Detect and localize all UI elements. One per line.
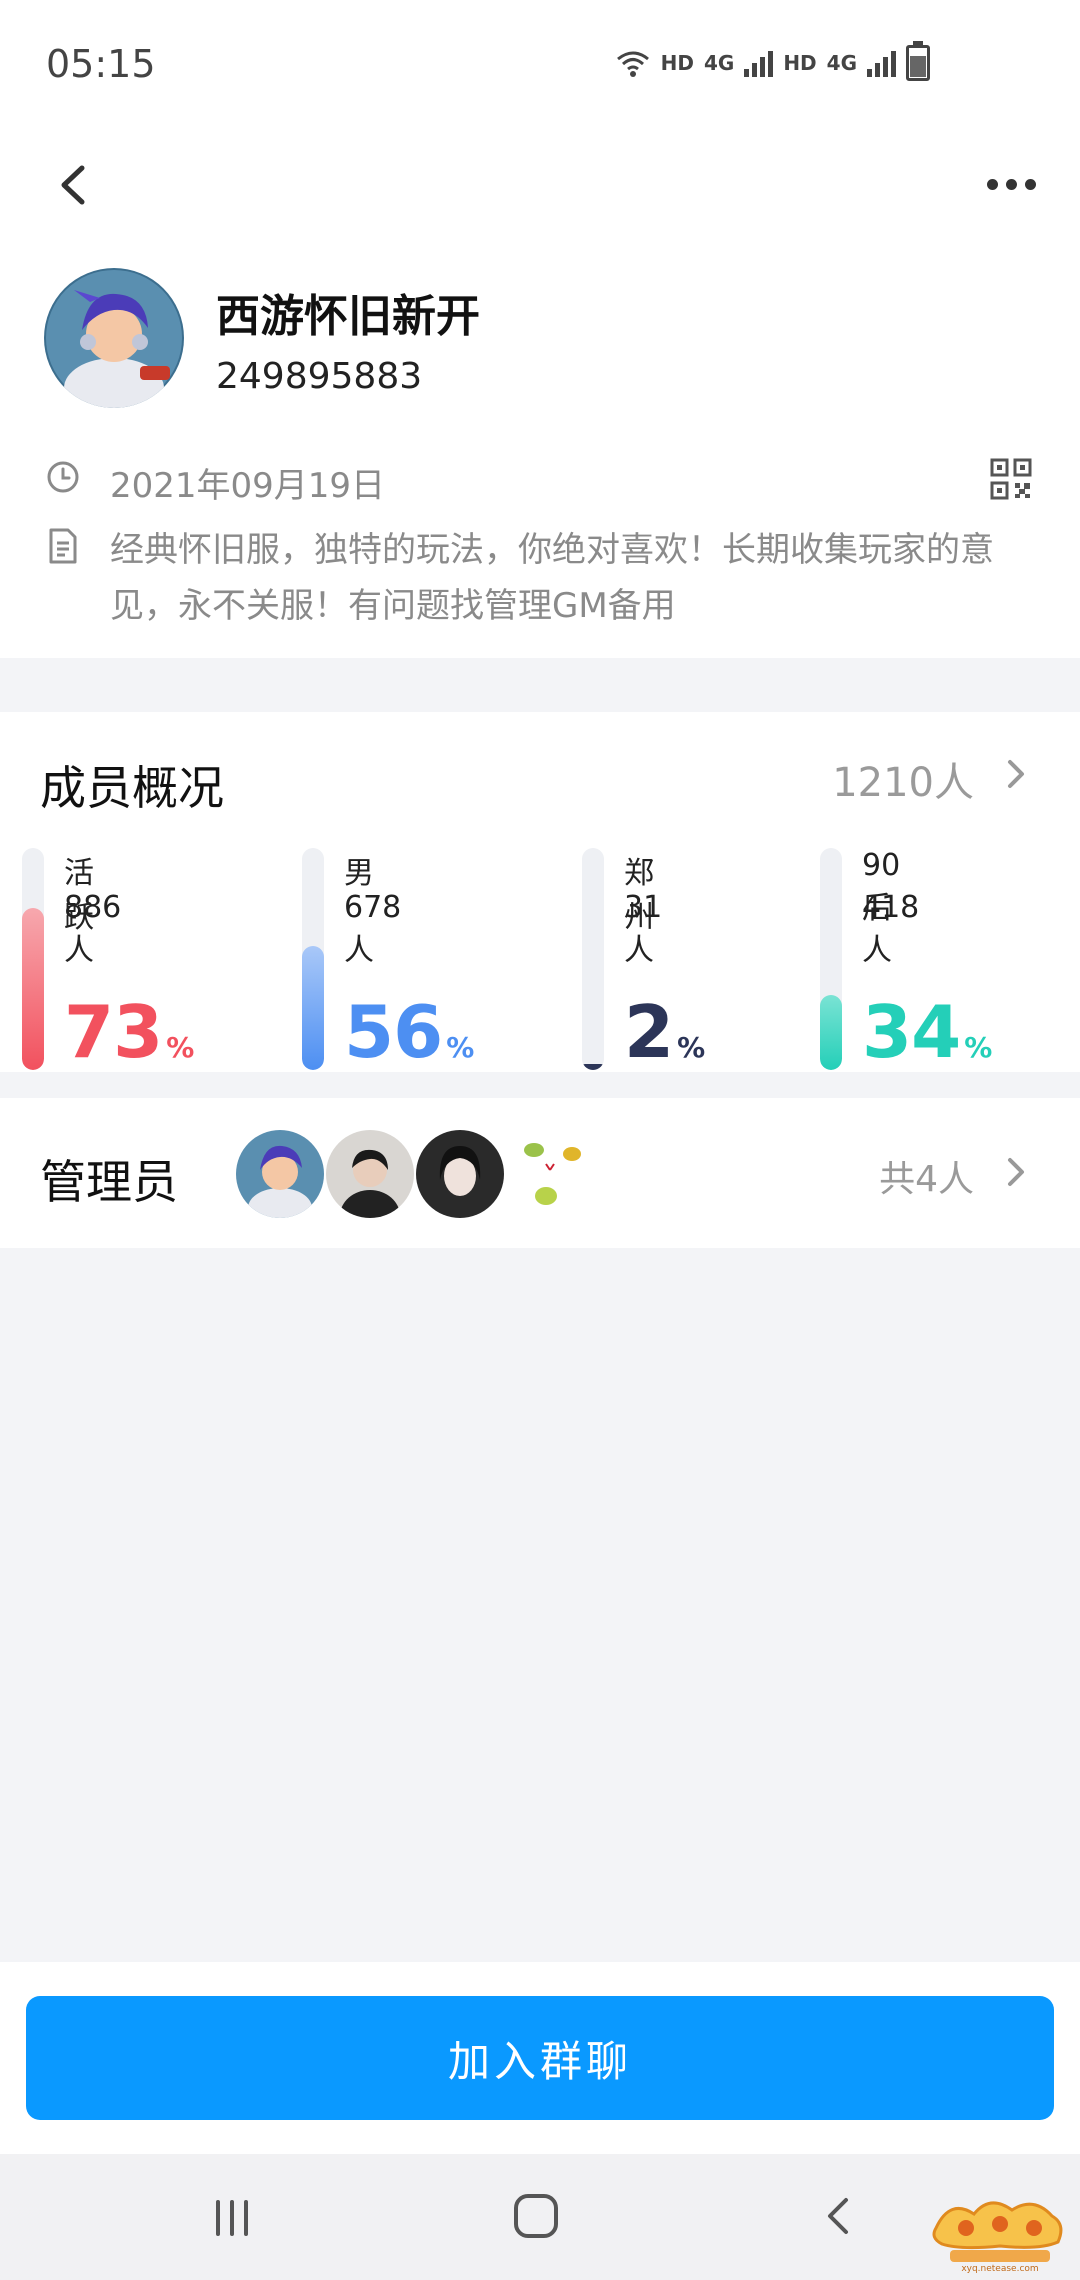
stat-percent-value: 56 (344, 990, 443, 1074)
group-description: 经典怀旧服，独特的玩法，你绝对喜欢！长期收集玩家的意见，永不关服！有问题找管理G… (110, 530, 994, 626)
stat-bar-fill (22, 908, 44, 1070)
created-date: 2021年09月19日 (110, 466, 386, 506)
home-button[interactable] (512, 2192, 560, 2240)
group-id: 249895883 (216, 356, 423, 397)
stat-bar-track (582, 848, 604, 1070)
admin-avatar[interactable] (326, 1130, 414, 1218)
percent-sign: % (677, 1031, 705, 1064)
qr-code-icon[interactable] (990, 458, 1032, 500)
signal-icon-2 (867, 49, 896, 77)
recent-apps-icon (216, 2200, 248, 2236)
join-group-button[interactable]: 加入群聊 (26, 1996, 1054, 2120)
admin-avatar[interactable] (416, 1130, 504, 1218)
watermark-logo: xyq.netease.com (930, 2188, 1070, 2274)
percent-sign: % (964, 1031, 992, 1064)
stat-percent-value: 2 (624, 990, 674, 1074)
stat-label: 男 (344, 856, 374, 891)
home-icon (514, 2194, 558, 2238)
stat-bar-track (22, 848, 44, 1070)
stat-bar-track (302, 848, 324, 1070)
group-avatar[interactable] (44, 268, 184, 408)
chevron-right-icon[interactable] (998, 1150, 1034, 1194)
document-icon (48, 528, 78, 564)
stat-percent: 73% (64, 990, 194, 1088)
group-name: 西游怀旧新开 (216, 291, 480, 342)
hd-indicator-2: HD (783, 51, 817, 75)
wifi-icon (616, 51, 649, 77)
stat-count: 418人 (862, 890, 920, 968)
network-4g-indicator-2: 4G (826, 51, 857, 75)
stat-percent: 34% (862, 990, 992, 1088)
admins-total-count[interactable]: 共4人 (879, 1150, 974, 1202)
stat-count: 678人 (344, 890, 402, 968)
stat-bar-fill (302, 946, 324, 1070)
member-total-count[interactable]: 1210人 (832, 750, 974, 808)
chevron-right-icon[interactable] (998, 752, 1034, 796)
more-button[interactable] (970, 150, 1060, 220)
admins-title: 管理员 (40, 1155, 178, 1209)
clock-icon (46, 460, 80, 494)
admin-avatar[interactable] (236, 1130, 324, 1218)
stat-bar-fill (820, 995, 842, 1070)
admin-avatar[interactable] (506, 1130, 594, 1218)
stat-count: 886人 (64, 890, 122, 968)
recent-apps-button[interactable] (210, 2198, 254, 2238)
percent-sign: % (166, 1031, 194, 1064)
stat-percent-value: 73 (64, 990, 163, 1074)
status-icons: HD 4G HD 4G (615, 41, 930, 81)
stat-count: 31人 (624, 890, 663, 968)
back-button[interactable] (40, 150, 110, 220)
nav-back-button[interactable] (820, 2192, 856, 2240)
hd-indicator: HD (660, 51, 694, 75)
network-4g-indicator: 4G (703, 51, 735, 75)
stat-percent-value: 34 (862, 990, 961, 1074)
chevron-left-icon (61, 165, 85, 205)
status-time: 05:15 (46, 42, 156, 86)
signal-icon (744, 49, 774, 77)
battery-icon (906, 41, 930, 81)
member-overview-title: 成员概况 (40, 761, 224, 815)
watermark-text: xyq.netease.com (961, 2264, 1038, 2274)
stat-bar-track (820, 848, 842, 1070)
stat-percent: 2% (624, 990, 705, 1088)
percent-sign: % (446, 1031, 474, 1064)
stat-percent: 56% (344, 990, 474, 1088)
stat-bar-fill (582, 1064, 604, 1070)
back-arrow-icon (828, 2198, 848, 2234)
